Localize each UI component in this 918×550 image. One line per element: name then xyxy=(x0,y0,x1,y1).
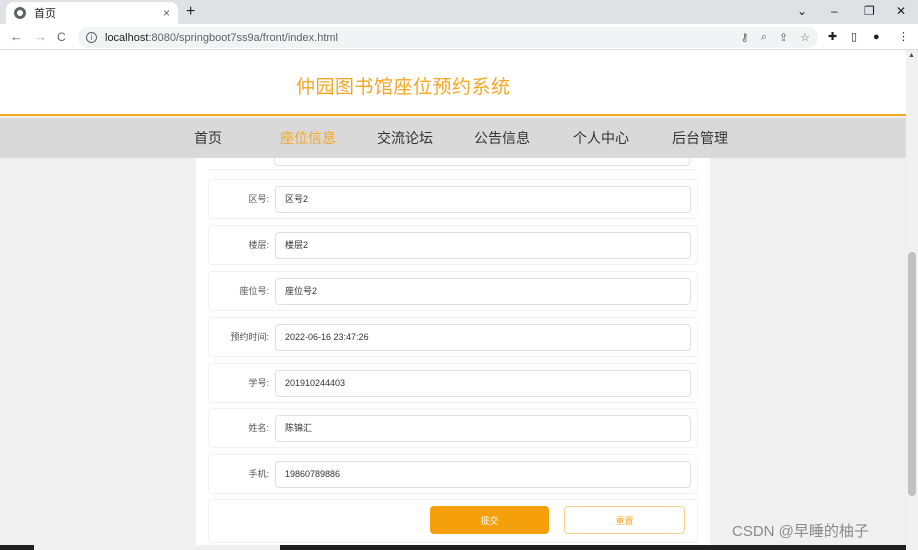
floor-label: 楼层: xyxy=(248,240,269,250)
back-button[interactable]: ← xyxy=(10,28,23,46)
tab-close-icon[interactable]: × xyxy=(163,6,170,20)
zoom-icon[interactable]: ⌕ xyxy=(761,31,767,44)
forward-button[interactable]: → xyxy=(34,28,47,46)
seat-number-label: 座位号: xyxy=(239,286,269,296)
main-nav: 首页 座位信息 交流论坛 公告信息 个人中心 后台管理 xyxy=(0,118,906,158)
form-row-seat: 座位号: 座位号2 xyxy=(208,271,698,311)
os-taskbar xyxy=(0,545,906,550)
browser-menu-icon[interactable]: ⋮ xyxy=(898,30,909,44)
share-icon[interactable]: ⇪ xyxy=(779,31,788,44)
nav-seat-info[interactable]: 座位信息 xyxy=(280,128,336,148)
browser-tab[interactable]: 首页 × xyxy=(6,2,178,24)
scrollbar-thumb[interactable] xyxy=(908,252,916,496)
form-row-booking-time: 预约时间: 2022-06-16 23:47:26 xyxy=(208,317,698,357)
nav-home[interactable]: 首页 xyxy=(194,128,222,148)
address-bar[interactable]: i localhost:8080/springboot7ss9a/front/i… xyxy=(78,27,818,48)
bookmark-star-icon[interactable]: ☆ xyxy=(800,31,810,44)
minimize-button[interactable]: – xyxy=(831,2,838,20)
url-path: :8080/springboot7ss9a/front/index.html xyxy=(148,31,338,44)
nav-forum[interactable]: 交流论坛 xyxy=(377,128,433,148)
taskbar-app-highlight xyxy=(34,545,280,550)
area-input[interactable]: 区号2 xyxy=(275,186,691,213)
phone-label: 手机: xyxy=(248,469,269,479)
phone-input[interactable]: 19860789886 xyxy=(275,461,691,488)
form-row-student-id: 学号: 201910244403 xyxy=(208,363,698,403)
new-tab-button[interactable]: + xyxy=(186,2,195,22)
form-row-phone: 手机: 19860789886 xyxy=(208,454,698,494)
browser-tabstrip: 首页 × + ⌄ – ❐ ✕ xyxy=(0,0,918,24)
form-row-area: 区号: 区号2 xyxy=(208,179,698,219)
reload-button[interactable]: C xyxy=(57,28,66,46)
form-row-floor: 楼层: 楼层2 xyxy=(208,225,698,265)
extensions-icon[interactable]: ✚ xyxy=(828,30,837,44)
floor-input[interactable]: 楼层2 xyxy=(275,232,691,259)
form-row-partial xyxy=(208,158,698,170)
side-panel-icon[interactable]: ▯ xyxy=(851,30,857,44)
booking-time-label: 预约时间: xyxy=(230,332,269,342)
info-icon[interactable]: i xyxy=(86,32,97,43)
restore-button[interactable]: ❐ xyxy=(864,2,875,20)
student-id-label: 学号: xyxy=(248,378,269,388)
profile-avatar-icon[interactable]: ● xyxy=(873,30,880,44)
url-text: localhost:8080/springboot7ss9a/front/ind… xyxy=(105,32,729,44)
tab-title: 首页 xyxy=(34,8,56,20)
form-row-name: 姓名: 陈锦汇 xyxy=(208,408,698,448)
site-header: 仲园图书馆座位预约系统 xyxy=(0,50,906,116)
globe-icon xyxy=(14,7,26,19)
student-id-input[interactable]: 201910244403 xyxy=(275,370,691,397)
seat-number-input[interactable]: 座位号2 xyxy=(275,278,691,305)
partial-input[interactable] xyxy=(274,158,690,166)
scroll-up-arrow-icon[interactable]: ▲ xyxy=(908,52,915,59)
browser-toolbar: ← → C i localhost:8080/springboot7ss9a/f… xyxy=(0,24,918,50)
nav-personal-center[interactable]: 个人中心 xyxy=(573,128,629,148)
reset-button[interactable]: 重置 xyxy=(564,506,685,534)
area-label: 区号: xyxy=(248,194,269,204)
key-icon[interactable]: ⚷ xyxy=(741,31,749,44)
nav-admin[interactable]: 后台管理 xyxy=(672,128,728,148)
url-host: localhost xyxy=(105,31,149,44)
watermark: CSDN @早睡的柚子 xyxy=(732,523,869,540)
tab-search-icon[interactable]: ⌄ xyxy=(797,2,807,20)
name-label: 姓名: xyxy=(248,423,269,433)
site-title: 仲园图书馆座位预约系统 xyxy=(296,77,511,98)
name-input[interactable]: 陈锦汇 xyxy=(275,415,691,442)
close-window-button[interactable]: ✕ xyxy=(896,2,906,20)
submit-button[interactable]: 提交 xyxy=(430,506,549,534)
nav-announcements[interactable]: 公告信息 xyxy=(474,128,530,148)
booking-time-input[interactable]: 2022-06-16 23:47:26 xyxy=(275,324,691,351)
